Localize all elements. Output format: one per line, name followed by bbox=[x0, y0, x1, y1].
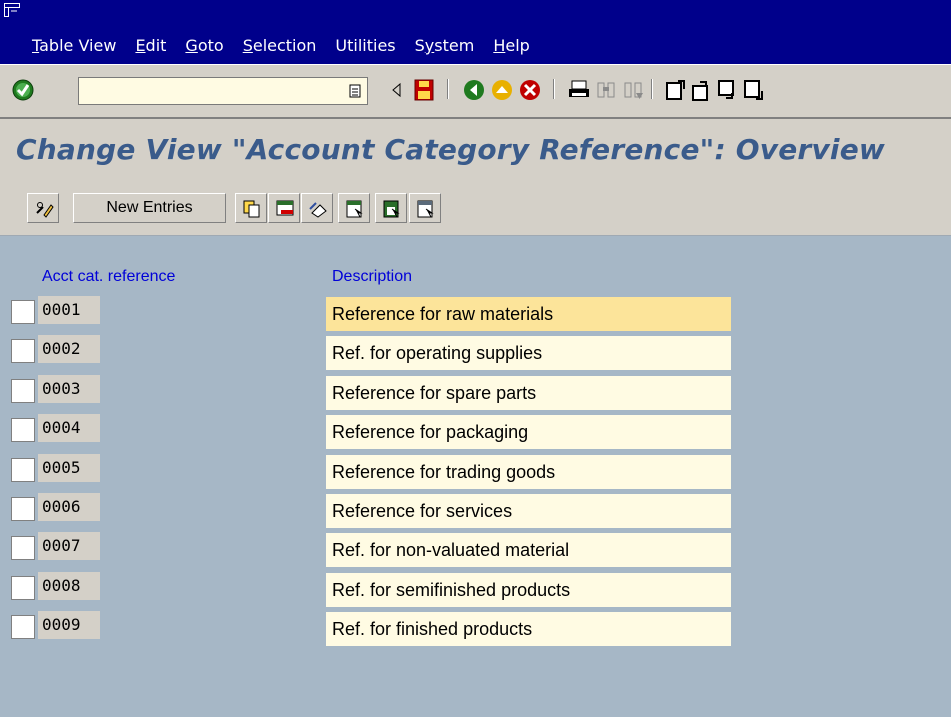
copy-icon bbox=[243, 200, 260, 218]
select-all-button[interactable] bbox=[338, 193, 370, 223]
table-row: 0007 Ref. for non-valuated material bbox=[0, 532, 951, 568]
table-row: 0005 Reference for trading goods bbox=[0, 453, 951, 490]
acct-cat-reference-cell: 0007 bbox=[38, 532, 100, 561]
row-select-checkbox[interactable] bbox=[11, 575, 35, 600]
next-page-icon[interactable] bbox=[716, 78, 740, 102]
toolbar-separator bbox=[553, 79, 555, 99]
enter-check-icon[interactable] bbox=[11, 78, 35, 102]
first-page-icon[interactable] bbox=[664, 78, 688, 102]
table-row: 0006 Reference for services bbox=[0, 493, 951, 529]
table-row: 0004 Reference for packaging bbox=[0, 414, 951, 450]
back-icon[interactable] bbox=[462, 78, 486, 102]
toolbar-separator bbox=[447, 79, 449, 99]
row-select-checkbox[interactable] bbox=[11, 378, 35, 403]
description-field[interactable]: Ref. for semifinished products bbox=[326, 572, 731, 607]
command-field[interactable] bbox=[78, 77, 368, 105]
glasses-pencil-icon bbox=[36, 202, 54, 218]
select-block-icon bbox=[383, 200, 400, 218]
print-icon[interactable] bbox=[567, 78, 591, 102]
menu-items: Table View Edit Goto Selection Utilities Syst… bbox=[32, 36, 549, 56]
delete-button[interactable] bbox=[268, 193, 300, 223]
row-select-checkbox[interactable] bbox=[11, 497, 35, 521]
copy-as-button[interactable] bbox=[235, 193, 267, 223]
application-toolbar: New Entries bbox=[0, 173, 951, 236]
menu-help[interactable]: Help bbox=[493, 36, 529, 56]
menu-bar: Table View Edit Goto Selection Utilities Syst… bbox=[0, 0, 951, 64]
window-icon[interactable] bbox=[4, 3, 20, 17]
description-field[interactable]: Reference for trading goods bbox=[326, 454, 731, 489]
menu-utilities[interactable]: Utilities bbox=[335, 36, 395, 56]
description-field[interactable]: Reference for spare parts bbox=[326, 375, 731, 410]
title-bar: Change View "Account Category Reference"… bbox=[0, 119, 951, 173]
acct-cat-reference-cell: 0004 bbox=[38, 414, 100, 443]
deselect-all-button[interactable] bbox=[409, 193, 441, 223]
table-row: 0008 Ref. for semifinished products bbox=[0, 571, 951, 608]
menu-edit[interactable]: Edit bbox=[135, 36, 166, 56]
acct-cat-reference-cell: 0009 bbox=[38, 611, 100, 640]
acct-cat-reference-cell: 0006 bbox=[38, 493, 100, 521]
acct-cat-reference-cell: 0003 bbox=[38, 374, 100, 403]
last-page-icon[interactable] bbox=[742, 78, 766, 102]
new-entries-button[interactable]: New Entries bbox=[73, 193, 226, 223]
previous-page-icon[interactable] bbox=[690, 78, 714, 102]
exit-icon[interactable] bbox=[490, 78, 514, 102]
table-area: Acct cat. reference Description 0001 Refe… bbox=[0, 236, 951, 717]
description-field[interactable]: Ref. for non-valuated material bbox=[326, 533, 731, 568]
row-select-checkbox[interactable] bbox=[11, 457, 35, 482]
row-select-checkbox[interactable] bbox=[11, 615, 35, 640]
menu-goto[interactable]: Goto bbox=[185, 36, 223, 56]
description-field[interactable]: Ref. for operating supplies bbox=[326, 336, 731, 371]
acct-cat-reference-cell: 0008 bbox=[38, 571, 100, 600]
delete-row-icon bbox=[276, 200, 294, 216]
menu-system[interactable]: System bbox=[415, 36, 475, 56]
column-header-description: Description bbox=[332, 268, 413, 285]
description-field[interactable]: Reference for raw materials bbox=[326, 297, 731, 331]
find-icon[interactable] bbox=[594, 78, 618, 102]
deselect-all-icon bbox=[417, 200, 434, 218]
acct-cat-reference-cell: 0005 bbox=[38, 453, 100, 482]
row-select-checkbox[interactable] bbox=[11, 418, 35, 443]
undo-change-button[interactable] bbox=[301, 193, 333, 223]
page-title: Change View "Account Category Reference"… bbox=[16, 133, 885, 166]
select-block-button[interactable] bbox=[375, 193, 407, 223]
collapse-arrow-icon[interactable] bbox=[390, 78, 404, 102]
row-select-checkbox[interactable] bbox=[11, 339, 35, 364]
save-icon[interactable] bbox=[412, 78, 436, 102]
column-header-acct-cat-reference: Acct cat. reference bbox=[42, 268, 176, 285]
command-history-icon[interactable] bbox=[349, 84, 361, 98]
acct-cat-reference-cell: 0002 bbox=[38, 335, 100, 364]
description-field[interactable]: Reference for packaging bbox=[326, 415, 731, 450]
row-select-checkbox[interactable] bbox=[11, 536, 35, 561]
system-toolbar bbox=[0, 64, 951, 119]
table-row: 0003 Reference for spare parts bbox=[0, 374, 951, 411]
table-row: 0009 Ref. for finished products bbox=[0, 611, 951, 647]
row-select-checkbox[interactable] bbox=[11, 300, 35, 324]
menu-table-view[interactable]: Table View bbox=[32, 36, 116, 56]
find-next-icon[interactable] bbox=[621, 78, 645, 102]
description-field[interactable]: Ref. for finished products bbox=[326, 612, 731, 647]
undo-icon bbox=[309, 202, 327, 218]
table-row: 0001 Reference for raw materials bbox=[0, 296, 951, 332]
toolbar-separator bbox=[651, 79, 653, 99]
menu-selection[interactable]: Selection bbox=[243, 36, 317, 56]
acct-cat-reference-cell: 0001 bbox=[38, 296, 100, 324]
table-row: 0002 Ref. for operating supplies bbox=[0, 335, 951, 371]
display-change-button[interactable] bbox=[27, 193, 59, 223]
description-field[interactable]: Reference for services bbox=[326, 494, 731, 528]
select-all-icon bbox=[346, 200, 363, 218]
cancel-icon[interactable] bbox=[518, 78, 542, 102]
